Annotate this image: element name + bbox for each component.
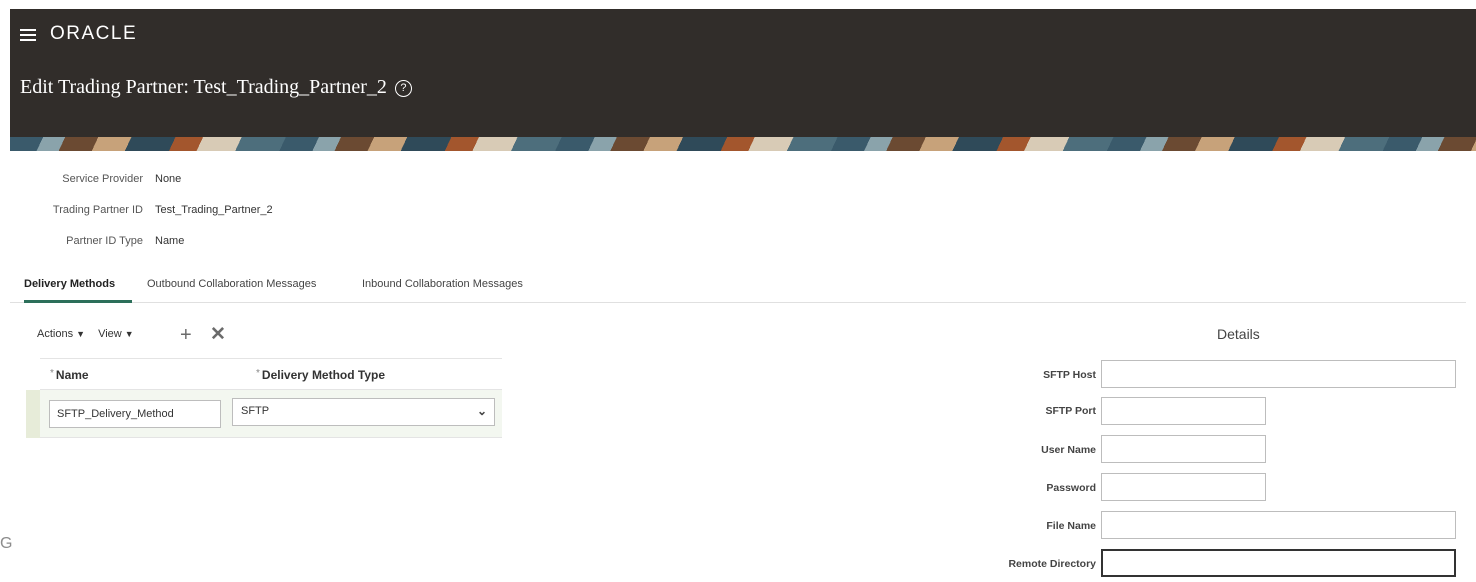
delivery-method-type-value: SFTP [241, 405, 270, 417]
details-title: Details [1217, 326, 1260, 342]
tab-delivery-methods[interactable]: Delivery Methods [24, 275, 132, 303]
password-input[interactable] [1101, 473, 1266, 501]
stray-text: G [0, 535, 13, 552]
table-header: * Name * Delivery Method Type [40, 359, 502, 390]
actions-label: Actions [37, 328, 74, 340]
column-header-name-label: Name [55, 368, 89, 382]
column-header-type-label: Delivery Method Type [261, 368, 386, 382]
hamburger-menu-icon[interactable] [20, 29, 36, 41]
help-icon[interactable]: ? [394, 80, 412, 97]
remote-directory-label: Remote Directory [1008, 558, 1096, 570]
tab-bar: Delivery Methods Outbound Collaboration … [10, 275, 1466, 303]
chevron-down-icon: ⌄ [476, 404, 487, 418]
user-name-input[interactable] [1101, 435, 1266, 463]
trading-partner-id-label: Trading Partner ID [52, 204, 143, 216]
add-row-plus-icon[interactable]: + [180, 325, 192, 345]
file-name-input[interactable] [1101, 511, 1456, 539]
page-title: Edit Trading Partner: Test_Trading_Partn… [20, 76, 412, 99]
page-title-text: Edit Trading Partner: Test_Trading_Partn… [20, 76, 387, 98]
column-header-delivery-method-type[interactable]: * Delivery Method Type [256, 368, 385, 382]
delivery-method-type-select[interactable]: SFTP ⌄ [232, 398, 495, 426]
sftp-host-input[interactable] [1101, 360, 1456, 388]
app-header: ORACLE Edit Trading Partner: Test_Tradin… [10, 9, 1476, 147]
required-indicator: * [256, 368, 260, 379]
actions-menu[interactable]: Actions ▼ [37, 328, 85, 340]
decorative-banner-pattern [10, 137, 1476, 151]
service-provider-value: None [155, 173, 182, 185]
delete-row-x-icon[interactable]: ✕ [210, 325, 226, 344]
tab-inbound-collaboration-messages[interactable]: Inbound Collaboration Messages [362, 275, 523, 303]
caret-down-icon: ▼ [76, 329, 85, 339]
trading-partner-id-value: Test_Trading_Partner_2 [155, 204, 273, 216]
info-trading-partner-id: Trading Partner ID Test_Trading_Partner_2 [10, 204, 273, 216]
file-name-label: File Name [1046, 520, 1096, 532]
tab-outbound-collaboration-messages[interactable]: Outbound Collaboration Messages [147, 275, 316, 303]
info-partner-id-type: Partner ID Type Name [10, 235, 184, 247]
user-name-label: User Name [1041, 444, 1096, 456]
service-provider-label: Service Provider [62, 173, 143, 185]
table-toolbar: Actions ▼ View ▼ [37, 328, 144, 340]
table-row[interactable]: SFTP ⌄ [26, 390, 502, 438]
sftp-port-label: SFTP Port [1045, 405, 1096, 417]
caret-down-icon: ▼ [124, 329, 134, 339]
sftp-port-input[interactable] [1101, 397, 1266, 425]
remote-directory-input[interactable] [1101, 549, 1456, 577]
view-label: View [98, 328, 122, 340]
row-selection-marker[interactable] [26, 390, 40, 438]
partner-id-type-label: Partner ID Type [66, 235, 143, 247]
required-indicator: * [50, 368, 54, 379]
column-header-name[interactable]: * Name [50, 368, 89, 382]
delivery-methods-table: *Name *Delivery Method Type SFTP ⌄ [26, 358, 502, 438]
partner-id-type-value: Name [155, 235, 185, 247]
row-name-input[interactable] [49, 400, 221, 428]
view-menu[interactable]: View ▼ [98, 328, 134, 340]
password-label: Password [1046, 482, 1096, 494]
info-service-provider: Service Provider None [10, 173, 181, 185]
left-margin [0, 0, 10, 582]
sftp-host-label: SFTP Host [1043, 369, 1096, 381]
oracle-logo[interactable]: ORACLE [50, 23, 137, 45]
